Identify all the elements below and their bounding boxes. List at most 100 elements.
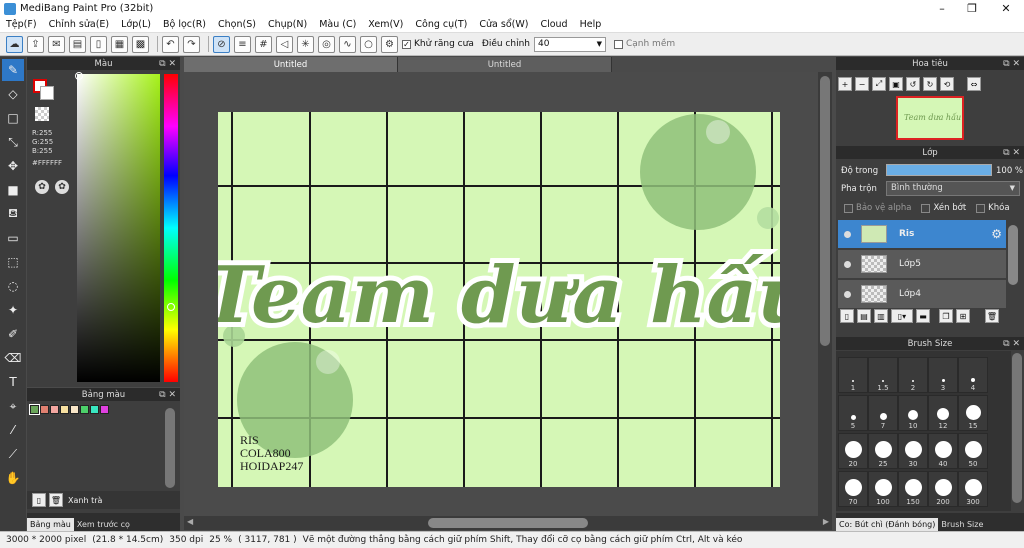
- close-button[interactable]: ✕: [990, 0, 1022, 17]
- horizontal-scroll-thumb[interactable]: [428, 518, 588, 528]
- undo-icon[interactable]: ↶: [162, 35, 179, 53]
- radial-snap-icon[interactable]: ✳: [297, 35, 314, 53]
- palette-swatch[interactable]: [50, 405, 59, 414]
- rotate-left-icon[interactable]: ↺: [906, 77, 920, 91]
- document-tab[interactable]: Untitled: [184, 57, 398, 72]
- cloud-icon[interactable]: ☁: [6, 35, 23, 53]
- divide-tool-icon[interactable]: ⌖: [2, 395, 24, 417]
- comment-icon[interactable]: ▤: [69, 35, 86, 53]
- brush-size-option[interactable]: 40: [928, 433, 958, 469]
- brush-size-option[interactable]: 70: [838, 471, 868, 507]
- palette-swatch[interactable]: [60, 405, 69, 414]
- delete-palette-icon[interactable]: 🗑: [49, 493, 63, 507]
- menu-filter[interactable]: Bộ lọc(R): [157, 19, 212, 30]
- new-layer-icon[interactable]: ▯: [840, 309, 854, 323]
- delete-layer-icon[interactable]: 🗑: [985, 309, 999, 323]
- opacity-slider[interactable]: [886, 164, 992, 176]
- rect-tool-icon[interactable]: □: [2, 107, 24, 129]
- visibility-icon[interactable]: [844, 230, 851, 238]
- transparent-swatch[interactable]: [35, 107, 49, 121]
- brush-size-option[interactable]: 1: [838, 357, 868, 393]
- folder-icon[interactable]: ▬: [916, 309, 930, 323]
- scroll-left-icon[interactable]: ◀: [187, 517, 193, 526]
- pages-icon[interactable]: ▦: [111, 35, 128, 53]
- palette-swatch[interactable]: [90, 405, 99, 414]
- upload-icon[interactable]: ⇪: [27, 35, 44, 53]
- blend-dropdown[interactable]: Bình thường ▼: [886, 181, 1020, 196]
- dropper2-icon[interactable]: ⟋: [2, 443, 24, 465]
- curve-snap-icon[interactable]: ∿: [339, 35, 356, 53]
- vertical-scroll-thumb[interactable]: [820, 76, 830, 346]
- brush-size-option[interactable]: 300: [958, 471, 988, 507]
- layer-scrollbar[interactable]: [1008, 225, 1018, 285]
- document-tab[interactable]: Untitled: [398, 57, 612, 72]
- chat-icon[interactable]: ✉: [48, 35, 65, 53]
- gear-icon[interactable]: ⚙: [991, 227, 1002, 241]
- maximize-button[interactable]: ❐: [956, 0, 988, 17]
- grid-icon[interactable]: ▩: [132, 35, 149, 53]
- protect-alpha-checkbox[interactable]: [844, 203, 853, 213]
- fill-rect-tool-icon[interactable]: ■: [2, 179, 24, 201]
- fit-icon[interactable]: ⤢: [872, 77, 886, 91]
- merge-layer-icon[interactable]: ⊞: [956, 309, 970, 323]
- tab-brush-preview[interactable]: Xem trước cọ: [74, 518, 133, 531]
- hue-slider[interactable]: [164, 74, 178, 382]
- vanishing-snap-icon[interactable]: ◁: [276, 35, 293, 53]
- menu-cloud[interactable]: Cloud: [534, 19, 573, 30]
- menu-select[interactable]: Chọn(S): [212, 19, 262, 30]
- brush-size-option[interactable]: 20: [838, 433, 868, 469]
- adjust-dropdown[interactable]: 40 ▼: [533, 36, 606, 52]
- palette-swatch[interactable]: [70, 405, 79, 414]
- navigator-preview[interactable]: Team dưa hấu: [896, 96, 964, 140]
- color-wheel-icon[interactable]: ✿: [35, 180, 49, 194]
- rotate-right-icon[interactable]: ↻: [923, 77, 937, 91]
- clipping-checkbox[interactable]: [921, 203, 931, 213]
- brush-size-option[interactable]: 3: [928, 357, 958, 393]
- brush-size-option[interactable]: 200: [928, 471, 958, 507]
- select-tool-icon[interactable]: ⬚: [2, 251, 24, 273]
- brush-size-option[interactable]: 2: [898, 357, 928, 393]
- panel-close-icon[interactable]: ⧉ ✕: [1003, 339, 1020, 349]
- parallel-snap-icon[interactable]: ≡: [234, 35, 251, 53]
- layer-row[interactable]: Ris ⚙: [838, 220, 1006, 248]
- eyedropper-icon[interactable]: ⁄: [2, 419, 24, 441]
- layer-row[interactable]: Lớp5: [838, 250, 1006, 278]
- brush-size-option[interactable]: 15: [958, 395, 988, 431]
- reset-rotate-icon[interactable]: ⟲: [940, 77, 954, 91]
- brush-size-option[interactable]: 30: [898, 433, 928, 469]
- brush-size-option[interactable]: 25: [868, 433, 898, 469]
- menu-tools[interactable]: Công cụ(T): [409, 19, 473, 30]
- palette-swatch[interactable]: [100, 405, 109, 414]
- page-icon[interactable]: ▯: [90, 35, 107, 53]
- ellipse-snap-icon[interactable]: ○: [360, 35, 377, 53]
- soft-edge-checkbox[interactable]: [613, 39, 623, 49]
- brush-size-option[interactable]: 7: [868, 395, 898, 431]
- brush-size-scrollbar[interactable]: [1012, 353, 1022, 503]
- canvas-paper[interactable]: Team dưa hấu RIS COLA800 HOIDAP247: [218, 112, 780, 487]
- magic-wand-icon[interactable]: ✦: [2, 299, 24, 321]
- zoom-in-icon[interactable]: +: [838, 77, 852, 91]
- menu-window[interactable]: Cửa sổ(W): [473, 19, 534, 30]
- minimize-button[interactable]: –: [926, 0, 958, 17]
- menu-view[interactable]: Xem(V): [362, 19, 409, 30]
- saturation-value-picker[interactable]: [77, 74, 160, 382]
- brush-size-option[interactable]: 4: [958, 357, 988, 393]
- panel-close-icon[interactable]: ⧉ ✕: [1003, 59, 1020, 69]
- visibility-icon[interactable]: [844, 260, 851, 268]
- no-snap-icon[interactable]: ⊘: [213, 35, 230, 53]
- layer-row[interactable]: Lớp4: [838, 280, 1006, 308]
- layer-menu-icon[interactable]: ▯▾: [891, 309, 913, 323]
- circle-snap-icon[interactable]: ◎: [318, 35, 335, 53]
- duplicate-layer-icon[interactable]: ❐: [939, 309, 953, 323]
- menu-edit[interactable]: Chỉnh sửa(E): [43, 19, 116, 30]
- menu-file[interactable]: Tệp(F): [0, 19, 43, 30]
- lock-checkbox[interactable]: [976, 203, 986, 213]
- tab-brush[interactable]: Co: Bút chì (Đánh bóng): [836, 518, 939, 531]
- gradient-tool-icon[interactable]: ▭: [2, 227, 24, 249]
- palette-swatch[interactable]: [40, 405, 49, 414]
- palette-swatch[interactable]: [29, 404, 40, 415]
- background-color-swatch[interactable]: [40, 86, 54, 100]
- menu-snap[interactable]: Chụp(N): [262, 19, 313, 30]
- menu-help[interactable]: Help: [574, 19, 608, 30]
- brush-size-option[interactable]: 1.5: [868, 357, 898, 393]
